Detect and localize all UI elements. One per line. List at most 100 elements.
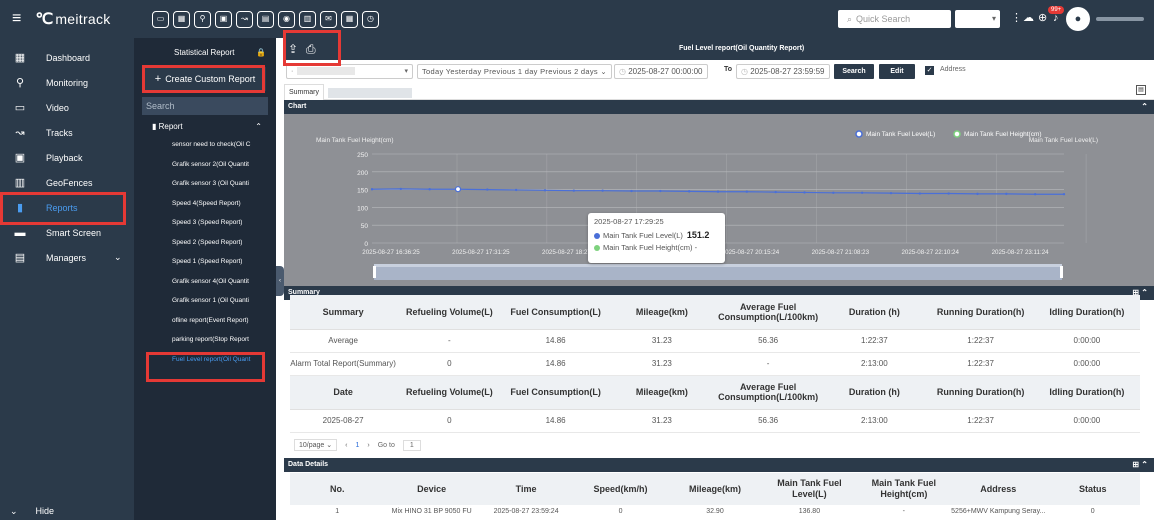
column-header: Running Duration(h) xyxy=(927,295,1034,330)
sidebar-item-playback[interactable]: ▣ Playback xyxy=(0,145,134,170)
sidebar-item-smart-screen[interactable]: ▬ Smart Screen xyxy=(0,220,134,245)
chevron-down-icon: ⌄ xyxy=(10,505,18,516)
address-checkbox[interactable]: ✓ xyxy=(925,66,934,75)
prev-page-button[interactable]: ‹ xyxy=(345,442,347,449)
report-list-item[interactable]: Speed 1 (Speed Report) xyxy=(134,252,276,272)
video-shortcut-icon[interactable]: ▣ xyxy=(215,10,232,28)
sidebar-item-geofences[interactable]: ▥ GeoFences xyxy=(0,170,134,195)
export-icon[interactable]: ⇪ xyxy=(288,42,298,56)
column-header: Main Tank Fuel Level(L) xyxy=(762,473,857,505)
summary-table-wrap: Summary Refueling Volume(L) Fuel Consumpti… xyxy=(290,295,1140,433)
table-cell: 1:22:37 xyxy=(927,352,1034,376)
end-date-input[interactable]: ◷ 2025-08-27 23:59:59 xyxy=(736,64,830,79)
dashboard-shortcut-icon[interactable]: ▦ xyxy=(173,10,190,28)
hover-point xyxy=(454,186,462,193)
logo-mark: ℃ xyxy=(35,11,54,28)
sidebar-item-managers[interactable]: ▤ Managers ⌄ xyxy=(0,245,134,270)
user-shortcut-icon[interactable]: ◉ xyxy=(278,10,295,28)
geofence-icon: ▥ xyxy=(14,177,26,189)
y-tick-label: 150 xyxy=(357,188,368,195)
quick-search-placeholder: Quick Search xyxy=(856,14,911,24)
sidebar-item-tracks[interactable]: ↝ Tracks xyxy=(0,120,134,145)
report-list-item[interactable]: parking report(Stop Report xyxy=(134,330,276,350)
next-page-button[interactable]: › xyxy=(367,442,369,449)
current-page[interactable]: 1 xyxy=(355,442,359,449)
details-section-header: Data Details ⊞ ⌃ xyxy=(284,458,1154,472)
table-cell: 31.23 xyxy=(608,352,715,376)
report-list-item[interactable]: Grafik sensor 1 (Oil Quanti xyxy=(134,291,276,311)
collapse-panel-tab[interactable]: ‹ xyxy=(276,266,284,296)
toolbar-shortcuts: ▭ ▦ ⚲ ▣ ↝ ▤ ◉ ▥ ✉ ▦ ◷ xyxy=(152,10,379,28)
sidebar-item-video[interactable]: ▭ Video xyxy=(0,95,134,120)
report-list-item[interactable]: Grafik sensor 2(Oil Quantit xyxy=(134,155,276,175)
pager: 10/page ⌄ ‹ 1 › Go to 1 xyxy=(294,437,421,453)
report-group-toggle[interactable]: ▮ Report ⌃ xyxy=(134,117,276,135)
column-header: Status xyxy=(1045,473,1140,505)
data-point xyxy=(428,188,431,191)
table-cell: 2025-08-27 xyxy=(290,409,397,433)
lock-icon[interactable]: 🔒 xyxy=(256,48,266,57)
chart-section-header: Chart ⌃ xyxy=(284,100,1154,114)
cloud-icon[interactable]: ☁ xyxy=(1023,11,1034,24)
add-circle-icon[interactable]: ⊕ xyxy=(1038,11,1047,24)
data-point xyxy=(687,190,691,193)
quick-search-input[interactable]: ⌕ Quick Search xyxy=(838,10,951,28)
calendar-shortcut-icon[interactable]: ▦ xyxy=(341,10,358,28)
legend-label-level: Main Tank Fuel Level(L) xyxy=(866,131,935,138)
tooltip-level-value: 151.2 xyxy=(686,230,710,240)
sidebar-item-monitoring[interactable]: ⚲ Monitoring xyxy=(0,70,134,95)
legend-label-height: Main Tank Fuel Height(cm) xyxy=(964,131,1042,138)
table-cell: - xyxy=(902,507,906,515)
search-type-dropdown[interactable]: ▾ xyxy=(955,10,1000,28)
tracks-shortcut-icon[interactable]: ↝ xyxy=(236,10,253,28)
notification-badge: 99+ xyxy=(1048,6,1065,14)
report-list-item[interactable]: ofline report(Event Report) xyxy=(134,311,276,331)
create-custom-report-button[interactable]: + Create Custom Report xyxy=(144,67,266,91)
plus-icon: + xyxy=(154,73,162,85)
playback-shortcut-icon[interactable]: ▤ xyxy=(257,10,274,28)
tab-summary[interactable]: Summary xyxy=(284,84,324,100)
panel-title: Statistical Report 🔒 xyxy=(134,38,276,66)
report-list-item[interactable]: Fuel Level report(Oil Quant xyxy=(134,350,276,370)
table-cell: Alarm Total Report(Summary) xyxy=(290,352,397,376)
start-date-input[interactable]: ◷ 2025-08-27 00:00:00 xyxy=(614,64,708,79)
report-search-input[interactable]: Search xyxy=(142,97,268,115)
report-list-item[interactable]: Speed 2 (Speed Report) xyxy=(134,233,276,253)
chevron-up-icon[interactable]: ⌃ xyxy=(1141,100,1148,114)
columns-settings-icon[interactable]: ▤ xyxy=(1136,85,1146,95)
sidebar-item-label: Video xyxy=(46,102,69,113)
sidebar-item-dashboard[interactable]: ▦ Dashboard xyxy=(0,45,134,70)
search-button[interactable]: Search xyxy=(834,64,874,79)
details-controls-icon[interactable]: ⊞ ⌃ xyxy=(1132,458,1148,472)
logo-area: ≡ ℃ meitrack xyxy=(0,0,140,38)
quick-range-select[interactable]: Today Yesterday Previous 1 day Previous … xyxy=(417,64,612,79)
monitor-shortcut-icon[interactable]: ▭ xyxy=(152,10,169,28)
hide-sidebar-button[interactable]: ⌄ Hide xyxy=(0,502,54,520)
edit-button[interactable]: Edit xyxy=(879,64,915,79)
print-icon[interactable]: ⎙ xyxy=(306,42,316,57)
hamburger-menu-icon[interactable]: ≡ xyxy=(12,10,21,28)
device-select[interactable]: · ▾ xyxy=(286,64,413,79)
to-label: To xyxy=(724,66,733,73)
user-name-redacted[interactable] xyxy=(1096,17,1144,21)
location-pin-icon: ⚲ xyxy=(15,77,25,89)
report-list-item[interactable]: Grafik sensor 4(Oil Quantit xyxy=(134,272,276,292)
vehicle-shortcut-icon[interactable]: ▥ xyxy=(299,10,316,28)
report-list-item[interactable]: Grafik sensor 3 (Oil Quanti xyxy=(134,174,276,194)
tab-redacted[interactable] xyxy=(328,88,412,98)
table-cell: 14.86 xyxy=(502,409,609,433)
more-options-icon[interactable]: ⋮ xyxy=(1011,11,1022,24)
clock-shortcut-icon[interactable]: ◷ xyxy=(362,10,379,28)
goto-input[interactable]: 1 xyxy=(402,439,421,451)
message-shortcut-icon[interactable]: ✉ xyxy=(320,10,337,28)
column-header: Mileage(km) xyxy=(608,295,715,330)
sidebar-item-reports[interactable]: ▮ Reports xyxy=(0,195,134,220)
report-list-item[interactable]: sensor need to check(Oil C xyxy=(134,135,276,155)
user-avatar[interactable]: ● xyxy=(1066,7,1090,31)
page-size-select[interactable]: 10/page ⌄ xyxy=(294,439,338,451)
report-list-item[interactable]: Speed 3 (Speed Report) xyxy=(134,213,276,233)
column-header: Address xyxy=(951,473,1046,505)
report-list-item[interactable]: Speed 4(Speed Report) xyxy=(134,194,276,214)
table-cell: 2025-08-27 23:59:24 xyxy=(493,507,559,515)
location-shortcut-icon[interactable]: ⚲ xyxy=(194,10,211,28)
